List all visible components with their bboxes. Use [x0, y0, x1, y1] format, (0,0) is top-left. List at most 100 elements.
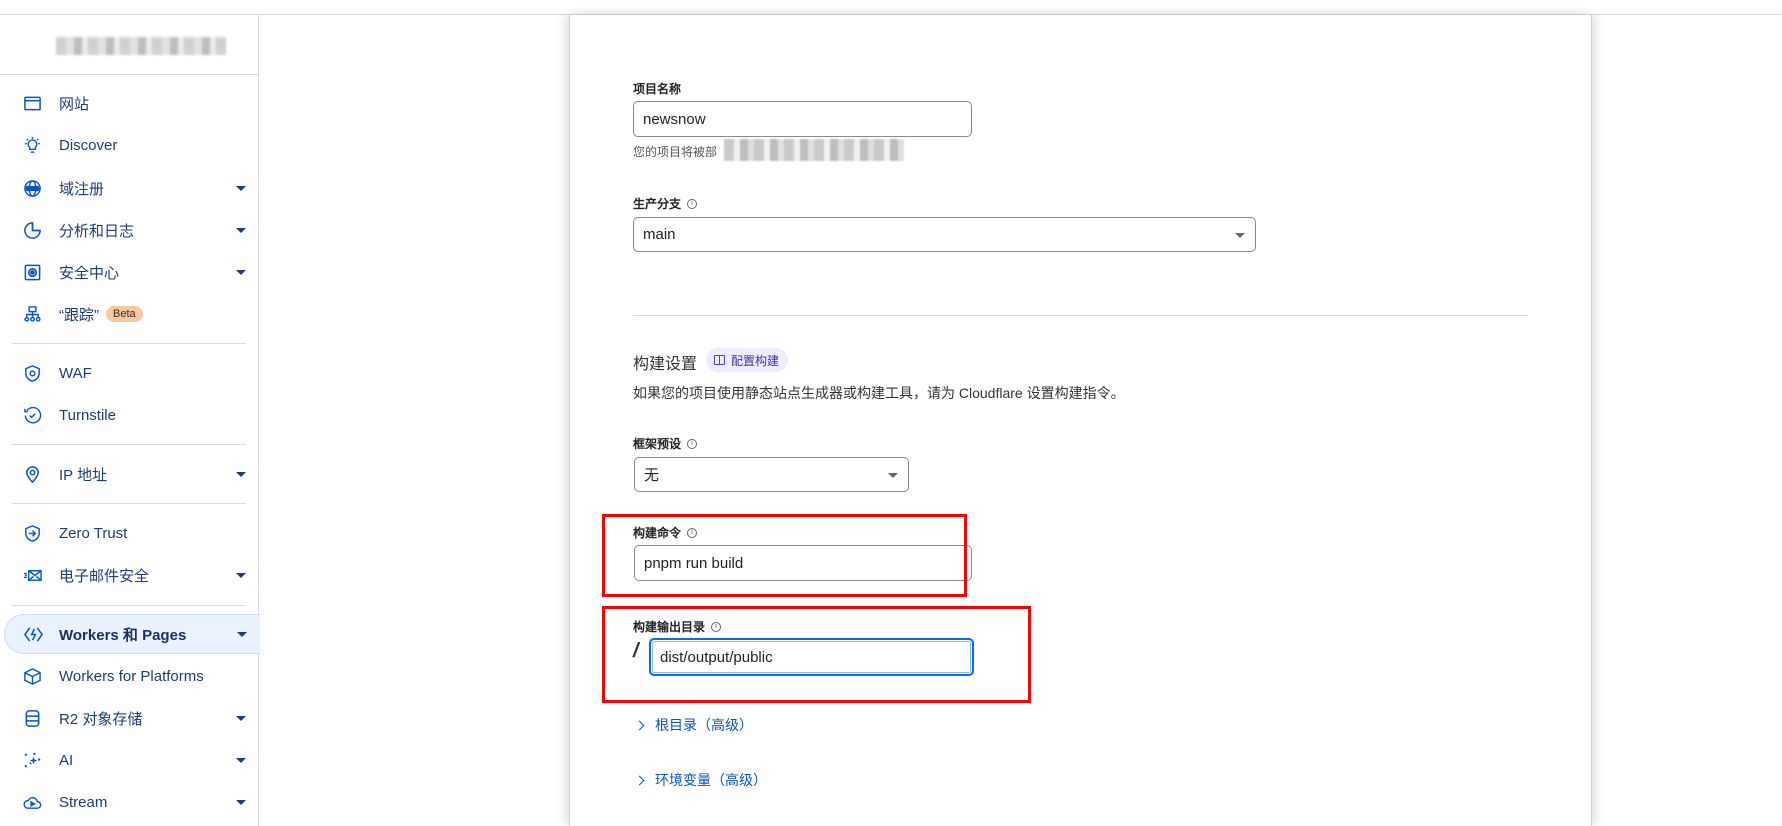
- info-icon[interactable]: i: [687, 527, 698, 538]
- database-icon: [22, 708, 42, 728]
- shield-gear-icon: [22, 363, 42, 383]
- root-directory-label: 根目录（高级）: [655, 717, 753, 733]
- project-name-label: 项目名称: [633, 82, 682, 96]
- sidebar-item-security-center[interactable]: 安全中心: [0, 253, 258, 291]
- sidebar-item-label: Workers 和 Pages: [59, 626, 187, 644]
- sidebar-item-analytics-logs[interactable]: 分析和日志: [0, 211, 258, 249]
- sidebar-item-workers-for-platforms[interactable]: Workers for Platforms: [0, 657, 258, 695]
- cube-icon: [22, 666, 42, 686]
- cloud-play-icon: [22, 792, 42, 812]
- sidebar-item-label: WAF: [59, 364, 92, 382]
- sidebar-item-zero-trust[interactable]: Zero Trust: [0, 514, 258, 552]
- framework-preset-value: 无: [644, 467, 660, 484]
- sidebar-item-stream[interactable]: Stream: [0, 783, 258, 821]
- sparkles-icon: [22, 750, 42, 770]
- sidebar-item-label: 电子邮件安全: [59, 567, 150, 585]
- configure-build-label: 配置构建: [731, 353, 780, 368]
- sidebar-divider: [12, 444, 246, 445]
- production-branch-value: main: [643, 226, 676, 243]
- location-pin-icon: [22, 464, 42, 484]
- book-icon: [714, 355, 725, 365]
- chevron-down-icon: [236, 227, 246, 233]
- info-icon[interactable]: i: [687, 438, 698, 449]
- sidebar-item-discover[interactable]: Discover: [0, 126, 258, 164]
- build-command-input[interactable]: pnpm run build: [634, 545, 972, 581]
- dropdown-caret-icon: [1235, 232, 1245, 238]
- production-branch-select[interactable]: main: [633, 217, 1256, 252]
- sidebar-item-ai[interactable]: AI: [0, 741, 258, 779]
- sidebar-divider: [12, 343, 246, 344]
- info-icon[interactable]: i: [687, 198, 698, 209]
- sidebar-item-label: 分析和日志: [59, 222, 135, 240]
- chevron-down-icon: [236, 471, 246, 477]
- sidebar-item-label: R2 对象存储: [59, 710, 143, 728]
- build-output-dir-value: dist/output/public: [660, 648, 773, 666]
- sidebar-divider: [12, 503, 246, 504]
- chevron-down-icon: [236, 757, 246, 763]
- sidebar-item-label: 网站: [59, 95, 90, 113]
- build-settings-description: 如果您的项目使用静态站点生成器或构建工具，请为 Cloudflare 设置构建指…: [633, 385, 1125, 401]
- chevron-down-icon: [237, 631, 247, 637]
- build-output-dir-label: 构建输出目录 i: [633, 618, 722, 635]
- workers-icon: [23, 624, 43, 644]
- sidebar-item-label: Zero Trust: [59, 524, 128, 542]
- sidebar-item-label: AI: [59, 751, 74, 769]
- environment-variables-label: 环境变量（高级）: [655, 772, 767, 788]
- lightbulb-icon: [22, 135, 42, 155]
- dropdown-caret-icon: [888, 472, 898, 478]
- sidebar-divider: [12, 605, 246, 606]
- sidebar-item-turnstile[interactable]: Turnstile: [0, 396, 258, 434]
- sidebar-item-label: IP 地址: [59, 466, 108, 484]
- root-directory-toggle[interactable]: 根目录（高级）: [634, 715, 753, 735]
- sidebar-item-trace[interactable]: “跟踪” Beta: [0, 295, 258, 333]
- project-name-hint: 您的项目将被部: [633, 145, 718, 159]
- shield-arrow-icon: [22, 523, 42, 543]
- build-output-dir-input[interactable]: dist/output/public: [649, 638, 974, 676]
- sidebar-item-label: “跟踪”: [59, 306, 99, 324]
- framework-preset-label: 框架预设 i: [633, 435, 698, 452]
- build-settings-title: 构建设置: [633, 356, 698, 373]
- sidebar-item-waf[interactable]: WAF: [0, 354, 258, 392]
- turnstile-check-icon: [22, 405, 42, 425]
- project-name-input[interactable]: newsnow: [633, 101, 972, 137]
- sidebar-item-label: 域注册: [59, 180, 105, 198]
- mail-icon: [22, 565, 42, 585]
- section-divider: [633, 315, 1528, 316]
- browser-window-icon: [22, 93, 42, 113]
- configure-build-link[interactable]: 配置构建: [706, 348, 789, 372]
- sidebar-item-workers-pages[interactable]: Workers 和 Pages: [4, 614, 260, 654]
- sidebar-item-label: Discover: [59, 136, 118, 154]
- beta-badge: Beta: [106, 306, 143, 322]
- project-name-value: newsnow: [643, 110, 706, 128]
- chevron-down-icon: [236, 799, 246, 805]
- sidebar-item-websites[interactable]: 网站: [0, 84, 258, 122]
- chevron-down-icon: [236, 715, 246, 721]
- sidebar-item-r2-storage[interactable]: R2 对象存储: [0, 699, 258, 737]
- chevron-down-icon: [236, 269, 246, 275]
- build-command-label: 构建命令 i: [633, 524, 698, 541]
- vault-icon: [22, 262, 42, 282]
- sidebar-item-domain-registration[interactable]: 域注册: [0, 169, 258, 207]
- sidebar-item-email-security[interactable]: 电子邮件安全: [0, 556, 258, 594]
- root-slash-prefix: /: [633, 640, 639, 662]
- globe-icon: [22, 178, 42, 198]
- build-command-value: pnpm run build: [644, 554, 744, 572]
- sidebar-item-label: Workers for Platforms: [59, 667, 204, 685]
- account-header[interactable]: [0, 15, 258, 75]
- sidebar-item-ip-addresses[interactable]: IP 地址: [0, 455, 258, 493]
- environment-variables-toggle[interactable]: 环境变量（高级）: [634, 770, 767, 790]
- sitemap-icon: [22, 304, 42, 324]
- project-url-redacted: [724, 139, 904, 161]
- production-branch-label: 生产分支 i: [633, 195, 698, 212]
- sidebar-item-label: 安全中心: [59, 264, 120, 282]
- sidebar-item-label: Turnstile: [59, 406, 116, 424]
- chevron-down-icon: [236, 185, 246, 191]
- sidebar: 网站 Discover 域注册 分析和日志 安全中心 “跟踪” Beta WAF…: [0, 15, 260, 826]
- chevron-right-icon: [634, 720, 645, 730]
- account-name-redacted: [56, 37, 226, 55]
- pie-chart-icon: [22, 220, 42, 240]
- info-icon[interactable]: i: [711, 621, 722, 632]
- framework-preset-select[interactable]: 无: [634, 457, 909, 492]
- sidebar-item-label: Stream: [59, 793, 108, 811]
- chevron-down-icon: [236, 572, 246, 578]
